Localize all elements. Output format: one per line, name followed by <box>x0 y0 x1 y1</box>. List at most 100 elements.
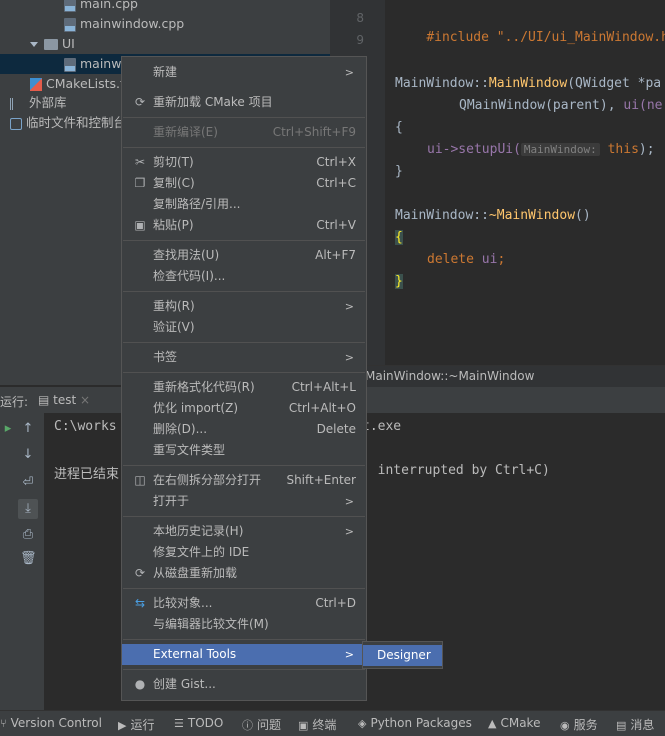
paste-icon: ▣ <box>134 218 146 232</box>
menu-item-new[interactable]: 新建 > <box>122 62 366 83</box>
menu-item-delete[interactable]: 删除(D)... Delete <box>122 419 366 440</box>
terminal-icon: ▣ <box>298 719 309 732</box>
tree-item-ui-folder[interactable]: UI <box>30 34 75 54</box>
menu-item-copy-path[interactable]: 复制路径/引用... <box>122 194 366 215</box>
menu-item-create-gist[interactable]: ● 创建 Gist... <box>122 674 366 695</box>
menu-separator <box>123 516 365 517</box>
code-line: } <box>395 274 403 289</box>
menu-item-copy[interactable]: ❐ 复制(C) Ctrl+C <box>122 173 366 194</box>
chevron-right-icon: > <box>344 300 354 313</box>
menu-separator <box>123 147 365 148</box>
library-icon <box>10 97 25 110</box>
menu-separator <box>123 342 365 343</box>
external-tools-submenu: Designer <box>362 641 443 669</box>
arrow-up-icon[interactable]: ↑ <box>20 421 36 437</box>
menu-item-reload-from-disk[interactable]: ⟳ 从磁盘重新加载 <box>122 563 366 584</box>
menu-item-open-split-right[interactable]: ◫ 在右侧拆分部分打开 Shift+Enter <box>122 470 366 491</box>
line-number: 8 <box>356 11 364 25</box>
tree-item-main-cpp[interactable]: main.cpp <box>64 0 138 14</box>
status-terminal[interactable]: ▣ 终端 <box>298 716 336 733</box>
close-icon[interactable]: × <box>80 393 90 407</box>
chevron-right-icon: > <box>344 495 354 508</box>
console-line: 进程已结束 <box>54 467 120 482</box>
code-line: delete ui; <box>427 252 506 267</box>
services-icon: ◉ <box>560 719 570 732</box>
status-todo[interactable]: ☰ TODO <box>174 716 223 730</box>
menu-item-cut[interactable]: ✂ 剪切(T) Ctrl+X <box>122 152 366 173</box>
cpp-file-icon <box>64 17 76 32</box>
menu-item-recompile[interactable]: 重新编译(E) Ctrl+Shift+F9 <box>122 122 366 143</box>
line-number: 9 <box>356 33 364 47</box>
code-line: MainWindow::MainWindow(QWidget *pa <box>395 76 662 91</box>
ui-file-icon <box>64 57 76 72</box>
parameter-hint: MainWindow: <box>520 143 600 156</box>
menu-separator <box>123 291 365 292</box>
menu-separator <box>123 465 365 466</box>
print-icon[interactable]: ⎙ <box>20 527 36 543</box>
tree-item-mainwindow-cpp[interactable]: mainwindow.cpp <box>64 14 184 34</box>
tree-item-cmakelists[interactable]: CMakeLists.t <box>30 74 125 94</box>
scratches-icon <box>10 117 22 130</box>
menu-separator <box>123 117 365 118</box>
list-icon: ☰ <box>174 717 184 730</box>
menu-item-designer[interactable]: Designer <box>363 645 442 666</box>
rerun-icon[interactable]: ▸ <box>0 421 16 437</box>
github-icon: ● <box>134 677 146 691</box>
menu-item-external-tools[interactable]: External Tools > <box>122 644 366 665</box>
problems-icon: ⓘ <box>242 719 253 732</box>
run-panel-label: 运行: <box>0 395 29 409</box>
menu-item-refactor[interactable]: 重构(R) > <box>122 296 366 317</box>
breadcrumb-bar: MainWindow::~MainWindow <box>330 365 665 388</box>
status-run[interactable]: ▶ 运行 <box>118 716 154 733</box>
tree-item-scratches[interactable]: 临时文件和控制台 <box>10 113 126 133</box>
console-icon: ▤ <box>38 393 50 407</box>
menu-item-find-usages[interactable]: 查找用法(U) Alt+F7 <box>122 245 366 266</box>
menu-item-validate[interactable]: 验证(V) <box>122 317 366 338</box>
run-icon: ▶ <box>118 719 127 732</box>
tree-item-external-libraries[interactable]: 外部库 <box>10 93 67 113</box>
scroll-to-end-icon[interactable]: ⤓ <box>18 499 38 519</box>
code-line: ui->setupUi(MainWindow: this); <box>427 142 655 157</box>
menu-item-reformat-code[interactable]: 重新格式化代码(R) Ctrl+Alt+L <box>122 377 366 398</box>
menu-item-bookmarks[interactable]: 书签 > <box>122 347 366 368</box>
status-problems[interactable]: ⓘ 问题 <box>242 716 281 733</box>
status-version-control[interactable]: ⑂ Version Control <box>0 716 102 730</box>
chevron-down-icon[interactable] <box>30 42 38 47</box>
menu-item-open-in[interactable]: 打开于 > <box>122 491 366 512</box>
menu-item-compare-with[interactable]: ⇆ 比较对象... Ctrl+D <box>122 593 366 614</box>
menu-separator <box>123 372 365 373</box>
menu-item-override-file-type[interactable]: 重写文件类型 <box>122 440 366 461</box>
branch-icon: ⑂ <box>0 717 7 730</box>
cmake-file-icon <box>30 78 42 91</box>
trash-icon[interactable]: 🗑 <box>20 551 37 567</box>
status-python-packages[interactable]: ◈ Python Packages <box>358 716 472 730</box>
code-line: } <box>395 164 403 179</box>
menu-separator <box>123 240 365 241</box>
run-toolbar: ↑ ↓ ⏎ ⤓ ⎙ 🗑 ▸ <box>0 413 44 710</box>
run-tab[interactable]: ▤ test × <box>32 390 96 410</box>
menu-item-reload-cmake[interactable]: ⟳ 重新加载 CMake 项目 <box>122 92 366 113</box>
split-icon: ◫ <box>134 473 146 487</box>
soft-wrap-icon[interactable]: ⏎ <box>20 475 36 491</box>
menu-separator <box>123 669 365 670</box>
arrow-down-icon[interactable]: ↓ <box>20 447 36 463</box>
menu-item-paste[interactable]: ▣ 粘贴(P) Ctrl+V <box>122 215 366 236</box>
status-messages[interactable]: ▤ 消息 <box>616 716 654 733</box>
messages-icon: ▤ <box>616 719 627 732</box>
menu-item-local-history[interactable]: 本地历史记录(H) > <box>122 521 366 542</box>
console-line: t.exe <box>362 419 402 434</box>
menu-item-compare-with-editor[interactable]: 与编辑器比较文件(M) <box>122 614 366 635</box>
context-menu: 新建 > ⟳ 重新加载 CMake 项目 重新编译(E) Ctrl+Shift+F9 … <box>121 56 367 701</box>
packages-icon: ◈ <box>358 717 367 730</box>
code-editor[interactable]: 8 9 #include "../UI/ui_MainWindow.h" Mai… <box>330 0 665 365</box>
status-cmake[interactable]: ▲ CMake <box>488 716 540 730</box>
menu-item-optimize-imports[interactable]: 优化 import(Z) Ctrl+Alt+O <box>122 398 366 419</box>
reload-icon: ⟳ <box>134 95 146 109</box>
status-services[interactable]: ◉ 服务 <box>560 716 598 733</box>
cpp-file-icon <box>64 0 76 12</box>
code-line: #include "../UI/ui_MainWindow.h" <box>426 30 665 45</box>
breadcrumb[interactable]: MainWindow::~MainWindow <box>365 369 534 383</box>
menu-item-inspect-code[interactable]: 检查代码(I)... <box>122 266 366 287</box>
menu-item-repair-ide[interactable]: 修复文件上的 IDE <box>122 542 366 563</box>
menu-separator <box>123 588 365 589</box>
